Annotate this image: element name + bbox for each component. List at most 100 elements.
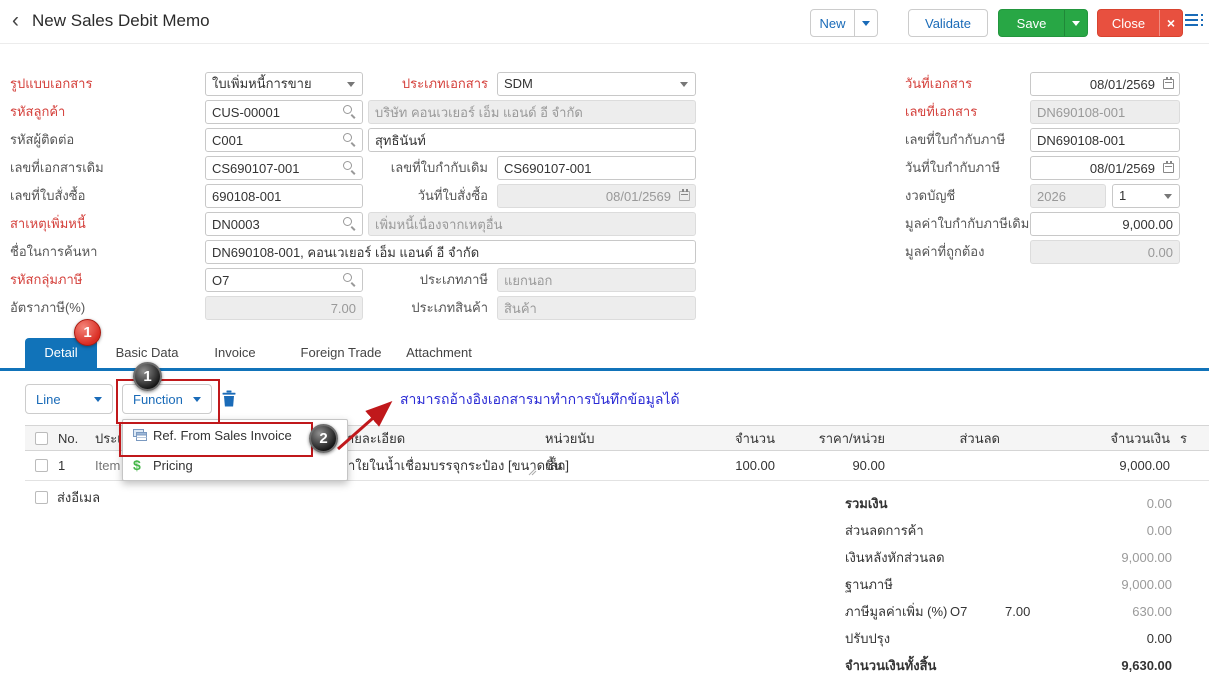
tab-attachment[interactable]: Attachment [398, 338, 480, 368]
orig-tax-invoice-value-label: มูลค่าใบกำกับภาษีเดิม [905, 212, 1030, 236]
save-button[interactable]: Save [998, 9, 1088, 37]
doc-type-select[interactable]: SDM [497, 72, 696, 96]
account-period-year-field [1030, 184, 1106, 208]
after-discount-value: 9,000.00 [1000, 544, 1172, 571]
orig-tax-invoice-value-field[interactable] [1030, 212, 1180, 236]
orig-tax-invoice-no-field[interactable] [497, 156, 696, 180]
function-button[interactable]: Function [122, 384, 212, 414]
menu-icon-line [1185, 24, 1198, 26]
new-button[interactable]: New [810, 9, 878, 37]
tax-group-label: รหัสกลุ่มภาษี [10, 268, 200, 292]
row-unit-price[interactable]: 90.00 [785, 451, 885, 480]
col-description: รายละเอียด [340, 426, 405, 451]
search-name-field[interactable] [205, 240, 696, 264]
account-period-value: 1 [1119, 188, 1126, 203]
account-period-select[interactable]: 1 [1112, 184, 1180, 208]
debit-reason-input[interactable] [205, 212, 363, 236]
line-button[interactable]: Line [25, 384, 113, 414]
orig-doc-no-label: เลขที่เอกสารเดิม [10, 156, 200, 180]
contact-name-field[interactable] [368, 128, 696, 152]
row-no: 1 [58, 451, 65, 480]
save-button-label: Save [999, 10, 1064, 36]
annotation-badge-1-detail: 1 [74, 319, 101, 346]
line-button-label: Line [36, 392, 61, 407]
customer-name-input [368, 100, 696, 124]
caret-down-icon [1072, 21, 1080, 26]
doc-date-field[interactable] [1030, 72, 1180, 96]
contact-name-input[interactable] [368, 128, 696, 152]
menu-item-pricing[interactable]: $ Pricing [123, 450, 347, 480]
doc-date-input[interactable] [1030, 72, 1180, 96]
orig-tax-invoice-no-label: เลขที่ใบกำกับเดิม [340, 156, 488, 180]
search-icon[interactable] [343, 133, 357, 147]
col-unit: หน่วยนับ [545, 426, 595, 451]
trade-discount-label: ส่วนลดการค้า [845, 517, 924, 544]
search-icon[interactable] [343, 217, 357, 231]
grand-total-label: จำนวนเงินทั้งสิ้น [845, 652, 936, 679]
tax-rate-label: อัตราภาษี(%) [10, 296, 200, 320]
debit-reason-field[interactable] [205, 212, 363, 236]
doc-no-field [1030, 100, 1180, 124]
total-amount-value: 0.00 [1000, 490, 1172, 517]
search-name-input[interactable] [205, 240, 696, 264]
caret-down-icon [1164, 194, 1172, 199]
validate-button[interactable]: Validate [908, 9, 988, 37]
function-button-label: Function [133, 392, 183, 407]
resize-grip-icon[interactable] [528, 467, 537, 476]
account-period-label: งวดบัญชี [905, 184, 1025, 208]
caret-down-icon [193, 397, 201, 402]
tax-invoice-date-label: วันที่ใบกำกับภาษี [905, 156, 1025, 180]
send-email-checkbox[interactable] [35, 491, 48, 504]
correct-value-field [1030, 240, 1180, 264]
tax-invoice-date-field[interactable] [1030, 156, 1180, 180]
tab-foreign-trade[interactable]: Foreign Trade [296, 338, 386, 368]
correct-value-label: มูลค่าที่ถูกต้อง [905, 240, 1025, 264]
tax-type-label: ประเภทภาษี [340, 268, 488, 292]
tax-invoice-no-field[interactable] [1030, 128, 1180, 152]
calendar-icon [679, 191, 690, 201]
customer-code-field[interactable] [205, 100, 363, 124]
sales-debit-memo-page: ‹ New Sales Debit Memo New Validate Save… [0, 0, 1209, 681]
close-button[interactable]: Close × [1097, 9, 1183, 37]
orig-tax-invoice-no-input[interactable] [497, 156, 696, 180]
menu-icon[interactable] [1185, 14, 1205, 30]
vat-code: O7 [950, 598, 967, 625]
tax-invoice-no-label: เลขที่ใบกำกับภาษี [905, 128, 1025, 152]
row-checkbox[interactable] [35, 459, 48, 472]
customer-code-input[interactable] [205, 100, 363, 124]
caret-down-icon [94, 397, 102, 402]
customer-name-field [368, 100, 696, 124]
header-bar: ‹ New Sales Debit Memo New Validate Save… [0, 0, 1209, 44]
row-amount: 9,000.00 [1070, 451, 1170, 480]
save-dropdown-toggle[interactable] [1064, 10, 1087, 36]
tax-invoice-no-input[interactable] [1030, 128, 1180, 152]
doc-no-label: เลขที่เอกสาร [905, 100, 1025, 124]
row-qty[interactable]: 100.00 [675, 451, 775, 480]
adjustment-value: 0.00 [1000, 625, 1172, 652]
tab-invoice[interactable]: Invoice [204, 338, 266, 368]
vat-rate: 7.00 [1005, 598, 1030, 625]
caret-down-icon [862, 21, 870, 26]
back-icon[interactable]: ‹ [12, 7, 19, 35]
menu-icon-line [1185, 14, 1198, 16]
new-dropdown-toggle[interactable] [854, 10, 877, 36]
grand-total-value: 9,630.00 [1000, 652, 1172, 679]
contact-code-field[interactable] [205, 128, 363, 152]
calendar-icon[interactable] [1163, 163, 1174, 173]
tax-invoice-date-input[interactable] [1030, 156, 1180, 180]
contact-code-input[interactable] [205, 128, 363, 152]
caret-down-icon [680, 82, 688, 87]
customer-code-label: รหัสลูกค้า [10, 100, 200, 124]
orig-tax-invoice-value-input[interactable] [1030, 212, 1180, 236]
select-all-checkbox[interactable] [35, 432, 48, 445]
vat-value: 630.00 [1040, 598, 1172, 625]
calendar-icon[interactable] [1163, 79, 1174, 89]
row-type[interactable]: Item [95, 451, 120, 480]
search-icon[interactable] [343, 105, 357, 119]
tax-type-field [497, 268, 696, 292]
send-email-label: ส่งอีเมล [57, 490, 100, 506]
correct-value-input [1030, 240, 1180, 264]
close-button-label: Close [1098, 10, 1159, 36]
close-x-icon[interactable]: × [1159, 10, 1182, 36]
trash-icon[interactable] [222, 390, 236, 407]
